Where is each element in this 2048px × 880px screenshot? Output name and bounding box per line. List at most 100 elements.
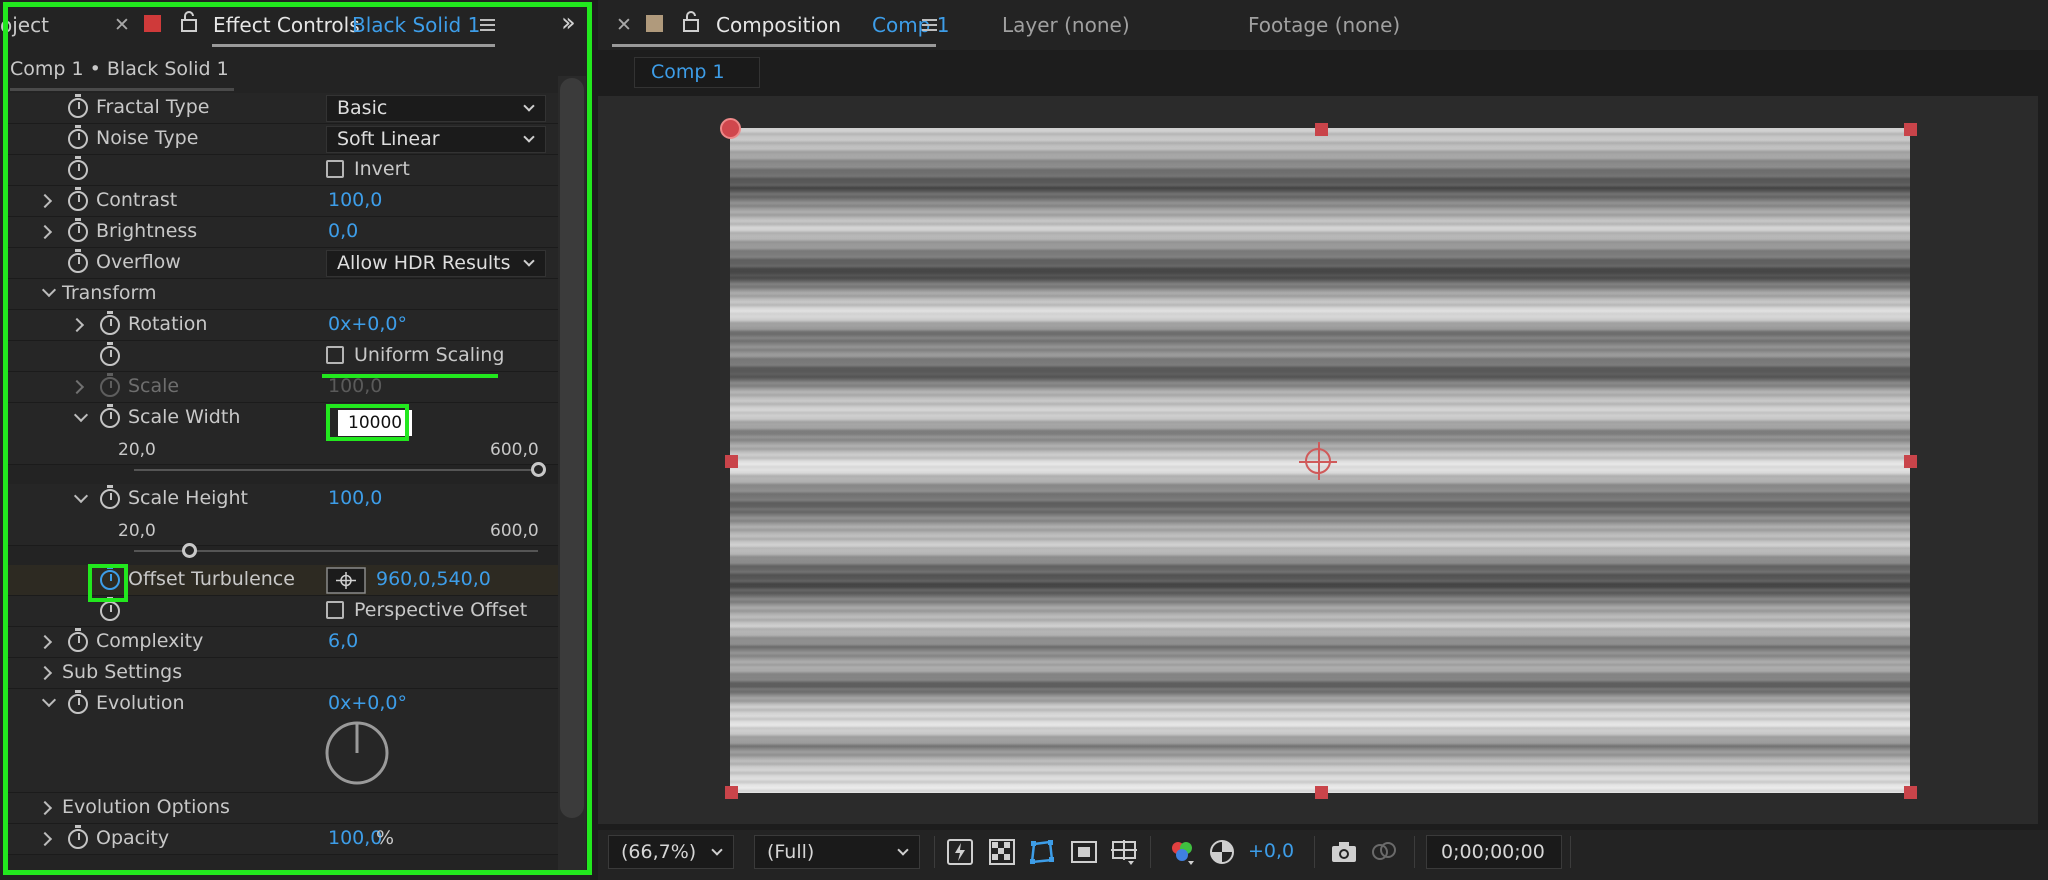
- anchor-point-icon[interactable]: [1299, 442, 1337, 480]
- slider-min-label: 20,0: [118, 440, 156, 460]
- perspective-offset-checkbox[interactable]: [326, 601, 344, 619]
- grid-guides-icon[interactable]: [1110, 838, 1138, 866]
- mask-path-icon[interactable]: [1028, 838, 1056, 866]
- color-channels-icon[interactable]: [1168, 838, 1196, 866]
- evolution-value[interactable]: 0x+0,0°: [328, 692, 407, 714]
- layer-handle-left[interactable]: [725, 455, 738, 468]
- group-label: Transform: [62, 282, 157, 304]
- stopwatch-icon[interactable]: [68, 156, 88, 180]
- checkbox-label: Invert: [354, 158, 410, 180]
- layer-handle-bottom-right[interactable]: [1904, 786, 1917, 799]
- region-of-interest-icon[interactable]: [1070, 838, 1098, 866]
- stopwatch-icon[interactable]: [68, 94, 88, 118]
- panel-overflow-icon[interactable]: ››: [561, 8, 576, 38]
- layer-color-swatch: [144, 15, 161, 32]
- show-snapshot-icon[interactable]: [1370, 838, 1398, 866]
- panel-scrollbar-thumb[interactable]: [560, 78, 584, 818]
- lock-icon[interactable]: [180, 11, 198, 33]
- stopwatch-icon[interactable]: [100, 342, 120, 366]
- stopwatch-icon[interactable]: [68, 628, 88, 652]
- fractal-type-dropdown[interactable]: Basic: [326, 95, 546, 122]
- uniform-scaling-checkbox[interactable]: [326, 346, 344, 364]
- invert-checkbox[interactable]: [326, 160, 344, 178]
- layer-handle-bottom[interactable]: [1315, 786, 1328, 799]
- rotation-value[interactable]: 0x+0,0°: [328, 313, 407, 335]
- property-row-scale-height: Scale Height 100,0 20,0 600,0: [8, 484, 558, 546]
- expand-chevron-icon[interactable]: [37, 800, 53, 816]
- brightness-value[interactable]: 0,0: [328, 220, 358, 242]
- stopwatch-icon[interactable]: [100, 485, 120, 509]
- resolution-dropdown[interactable]: (Full): [754, 835, 920, 869]
- complexity-value[interactable]: 6,0: [328, 630, 358, 652]
- contrast-value[interactable]: 100,0: [328, 189, 382, 211]
- panel-menu-icon[interactable]: [480, 16, 495, 34]
- project-tab-label[interactable]: oject: [0, 13, 49, 37]
- comp-viewer-subtab[interactable]: Comp 1: [634, 57, 760, 88]
- footage-tab[interactable]: Footage (none): [1248, 13, 1400, 37]
- exposure-value[interactable]: +0,0: [1248, 840, 1294, 862]
- stopwatch-icon[interactable]: [100, 311, 120, 335]
- expand-chevron-icon[interactable]: [69, 379, 85, 395]
- stopwatch-icon[interactable]: [100, 404, 120, 428]
- stopwatch-icon[interactable]: [68, 218, 88, 242]
- timecode-display[interactable]: 0;00;00;00: [1426, 835, 1562, 869]
- zoom-dropdown[interactable]: (66,7%): [608, 835, 734, 869]
- effect-controls-tab-title[interactable]: Effect Controls: [213, 13, 360, 37]
- expand-chevron-icon[interactable]: [37, 665, 53, 681]
- expand-chevron-icon[interactable]: [69, 317, 85, 333]
- expand-chevron-icon[interactable]: [37, 193, 53, 209]
- stopwatch-icon[interactable]: [68, 187, 88, 211]
- collapse-chevron-icon[interactable]: [73, 488, 89, 504]
- layer-handle-top-left[interactable]: [720, 118, 741, 139]
- effect-controls-tab-strip: oject ✕ Effect Controls Black Solid 1 ››: [0, 0, 590, 52]
- scale-width-slider-track[interactable]: [134, 469, 538, 471]
- layer-tab[interactable]: Layer (none): [1002, 13, 1130, 37]
- collapse-chevron-icon[interactable]: [41, 692, 57, 708]
- camera-snapshot-icon[interactable]: [1330, 838, 1358, 866]
- stopwatch-icon[interactable]: [68, 825, 88, 849]
- exposure-icon[interactable]: [1208, 838, 1236, 866]
- stopwatch-icon[interactable]: [68, 249, 88, 273]
- opacity-value[interactable]: 100,0: [328, 827, 382, 849]
- layer-handle-top[interactable]: [1315, 123, 1328, 136]
- scale-width-slider-knob[interactable]: [530, 462, 546, 477]
- noise-type-dropdown[interactable]: Soft Linear: [326, 126, 546, 153]
- scale-height-value[interactable]: 100,0: [328, 487, 382, 509]
- property-label: Noise Type: [96, 127, 199, 149]
- composition-tab-title[interactable]: Composition: [716, 13, 841, 37]
- close-tab-icon[interactable]: ✕: [114, 14, 130, 36]
- toolbar-separator: [1150, 836, 1151, 868]
- expand-chevron-icon[interactable]: [37, 831, 53, 847]
- angle-dial-icon[interactable]: [324, 720, 390, 786]
- close-tab-icon[interactable]: ✕: [616, 14, 632, 36]
- overflow-dropdown[interactable]: Allow HDR Results: [326, 250, 546, 277]
- panel-menu-icon[interactable]: [922, 16, 937, 34]
- property-label: Complexity: [96, 630, 204, 652]
- property-row-fractal-type: Fractal Type Basic: [8, 93, 558, 124]
- zoom-value: (66,7%): [621, 841, 697, 863]
- property-label: Rotation: [128, 313, 208, 335]
- stopwatch-icon[interactable]: [68, 690, 88, 714]
- effect-controls-layer-name[interactable]: Black Solid 1: [352, 13, 480, 37]
- property-row-invert: Invert: [8, 155, 558, 186]
- layer-handle-bottom-left[interactable]: [725, 786, 738, 799]
- layer-handle-right[interactable]: [1904, 455, 1917, 468]
- stopwatch-icon[interactable]: [100, 597, 120, 621]
- layer-handle-top-right[interactable]: [1904, 123, 1917, 136]
- transparency-grid-icon[interactable]: [988, 838, 1016, 866]
- point-target-icon[interactable]: [326, 567, 366, 594]
- collapse-chevron-icon[interactable]: [41, 282, 57, 298]
- scale-height-slider-knob[interactable]: [182, 543, 198, 558]
- offset-turbulence-value[interactable]: 960,0,540,0: [376, 568, 491, 590]
- property-label: Scale: [128, 375, 180, 397]
- composition-tab-comp[interactable]: Comp 1: [872, 13, 949, 37]
- property-label: Scale Width: [128, 406, 241, 428]
- fast-preview-icon[interactable]: [946, 838, 974, 866]
- expand-chevron-icon[interactable]: [37, 634, 53, 650]
- stopwatch-icon[interactable]: [68, 125, 88, 149]
- property-label: Opacity: [96, 827, 170, 849]
- collapse-chevron-icon[interactable]: [73, 407, 89, 423]
- highlight-underline: [322, 374, 498, 378]
- expand-chevron-icon[interactable]: [37, 224, 53, 240]
- lock-icon[interactable]: [682, 11, 700, 33]
